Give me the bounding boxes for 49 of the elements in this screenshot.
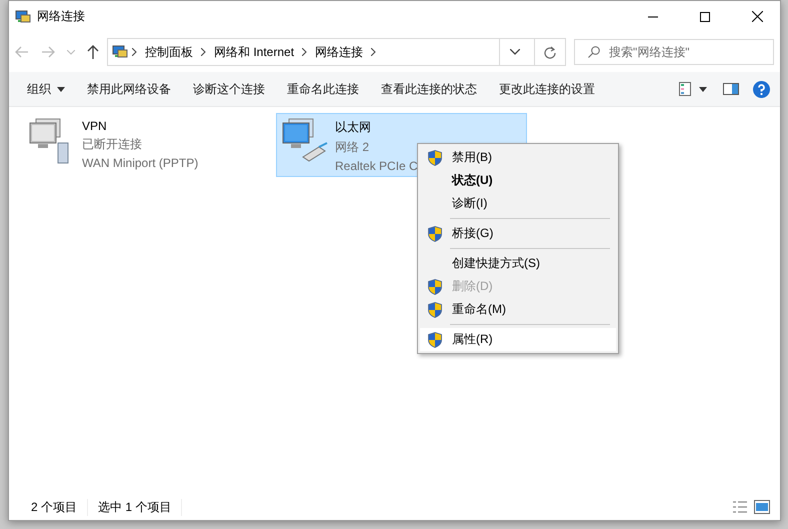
toolbar-button[interactable]: 诊断这个连接: [185, 72, 279, 106]
address-bar[interactable]: 控制面板 网络和 Internet 网络连接: [107, 38, 566, 66]
dropdown-arrow-icon: [57, 86, 65, 92]
close-icon: [752, 11, 762, 22]
connection-item[interactable]: VPN 已断开连接 WAN Miniport (PPTP): [23, 113, 274, 174]
search-field[interactable]: 搜索"网络连接": [574, 39, 774, 65]
menu-item[interactable]: 重命名(M): [420, 298, 616, 321]
adapter-name: WAN Miniport (PPTP): [82, 156, 198, 170]
chevron-right-icon: [132, 48, 137, 56]
network-icon: [112, 44, 128, 60]
chevron-right-icon: [201, 48, 206, 56]
breadcrumb[interactable]: 控制面板: [141, 44, 197, 60]
menu-item[interactable]: 创建快捷方式(S): [420, 252, 616, 275]
selection-count: 选中 1 个项目: [88, 498, 182, 516]
item-count: 2 个项目: [21, 498, 88, 516]
window-title: 网络连接: [37, 8, 86, 25]
toolbar-button[interactable]: 查看此连接的状态: [373, 72, 491, 106]
breadcrumb[interactable]: 网络连接: [311, 44, 368, 60]
toolbar-button[interactable]: 禁用此网络设备: [79, 72, 185, 106]
breadcrumb[interactable]: 网络和 Internet: [210, 44, 298, 60]
shield-icon: [428, 150, 442, 166]
toolbar-button[interactable]: 更改此连接的设置: [491, 72, 609, 106]
connection-status: 已断开连接: [82, 136, 143, 153]
shield-icon: [428, 278, 442, 294]
menu-item[interactable]: 属性(R): [420, 328, 616, 351]
chevron-right-icon: [302, 48, 308, 56]
view-options-icon[interactable]: [679, 82, 709, 96]
up-icon[interactable]: [87, 45, 99, 59]
preview-pane-icon[interactable]: [723, 83, 739, 95]
toolbar-button[interactable]: 重命名此连接: [279, 72, 373, 106]
help-icon[interactable]: [753, 80, 770, 98]
search-icon: [588, 46, 600, 58]
adapter-name: Realtek PCIe C: [335, 159, 418, 173]
maximize-icon: [700, 12, 710, 22]
connection-name: VPN: [82, 119, 108, 133]
toolbar-button[interactable]: 组织: [19, 72, 79, 106]
shield-icon: [428, 226, 442, 242]
refresh-icon: [544, 46, 556, 58]
shield-icon: [428, 332, 442, 348]
connection-name: 以太网: [335, 119, 372, 136]
network-icon: [15, 8, 31, 24]
shield-icon: [428, 302, 442, 318]
chevron-down-icon: [510, 49, 520, 55]
connection-status: 网络 2: [335, 139, 370, 156]
large-icons-view-icon[interactable]: [754, 500, 770, 514]
details-view-icon[interactable]: [732, 500, 748, 514]
menu-item[interactable]: 诊断(I): [420, 192, 616, 215]
menu-item[interactable]: 桥接(G): [420, 222, 616, 245]
chevron-right-icon: [371, 48, 376, 56]
